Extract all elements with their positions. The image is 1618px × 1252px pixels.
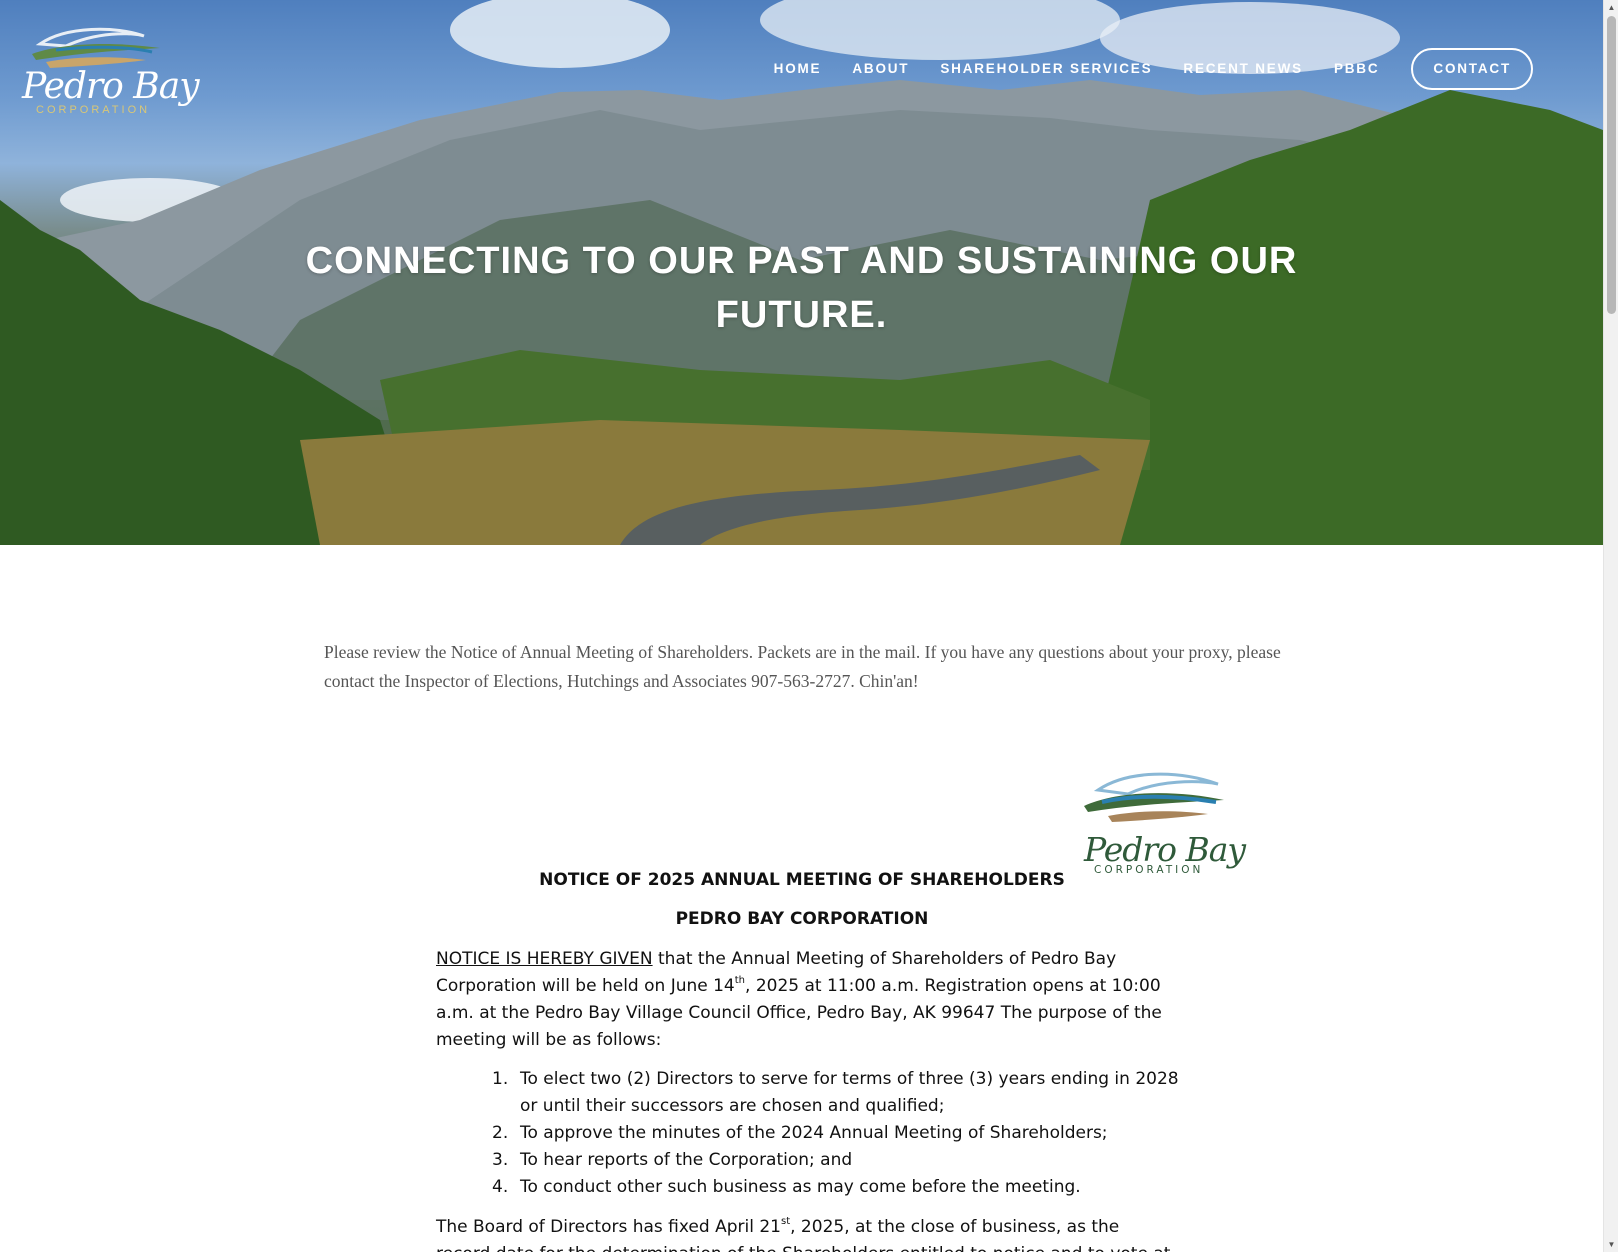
list-text: To approve the minutes of the 2024 Annua… — [520, 1123, 1108, 1143]
list-text: To hear reports of the Corporation; and — [520, 1150, 853, 1170]
list-number: 4. — [492, 1177, 509, 1197]
logo-waves-icon — [32, 27, 160, 68]
hero-banner: Pedro Bay CORPORATION HOME ABOUT SHAREHO… — [0, 0, 1603, 545]
list-number: 2. — [492, 1123, 509, 1143]
list-item: 1. To elect two (2) Directors to serve fo… — [492, 1066, 1182, 1120]
list-text: To elect two (2) Directors to serve for … — [520, 1069, 1179, 1116]
notice-heading: NOTICE OF 2025 ANNUAL MEETING OF SHAREHO… — [539, 870, 1065, 890]
meeting-agenda-list: 1. To elect two (2) Directors to serve fo… — [492, 1066, 1182, 1201]
list-item: 3. To hear reports of the Corporation; an… — [492, 1147, 1182, 1174]
scroll-down-arrow-icon[interactable]: ▼ — [1607, 1240, 1616, 1249]
list-number: 1. — [492, 1069, 509, 1089]
scrollbar-thumb[interactable] — [1607, 16, 1616, 314]
nav-about[interactable]: ABOUT — [852, 48, 909, 90]
notice-subheading: PEDRO BAY CORPORATION — [675, 909, 929, 929]
nav-pbbc[interactable]: PBBC — [1334, 48, 1379, 90]
notice-p2-sup: st — [780, 1216, 791, 1228]
logo-name: Pedro Bay — [22, 66, 200, 107]
list-text: To conduct other such business as may co… — [520, 1177, 1081, 1197]
contact-button[interactable]: CONTACT — [1411, 48, 1533, 90]
notice-p2-text-a: The Board of Directors has fixed April 2… — [436, 1217, 781, 1237]
notice-paragraph-1: NOTICE IS HEREBY GIVEN that the Annual M… — [436, 946, 1176, 1054]
scroll-up-arrow-icon[interactable]: ▲ — [1607, 3, 1616, 12]
nav-recent-news[interactable]: RECENT NEWS — [1183, 48, 1303, 90]
nav-shareholder-services[interactable]: SHAREHOLDER SERVICES — [940, 48, 1152, 90]
main-navigation: HOME ABOUT SHAREHOLDER SERVICES RECENT N… — [743, 48, 1533, 90]
list-item: 2. To approve the minutes of the 2024 Ann… — [492, 1120, 1182, 1147]
list-number: 3. — [492, 1150, 509, 1170]
hero-title: CONNECTING TO OUR PAST AND SUSTAINING OU… — [305, 240, 1298, 336]
notice-p1-sup: th — [734, 975, 746, 987]
logo-subtitle: CORPORATION — [36, 104, 151, 116]
page-scrollbar[interactable]: ▲ ▼ — [1603, 0, 1618, 1252]
brand-logo[interactable]: Pedro Bay CORPORATION — [18, 22, 200, 122]
notice-paragraph-2: The Board of Directors has fixed April 2… — [436, 1214, 1176, 1252]
list-item: 4. To conduct other such business as may … — [492, 1174, 1182, 1201]
logo-waves-icon — [1084, 772, 1224, 822]
nav-home[interactable]: HOME — [774, 48, 822, 90]
intro-text: Please review the Notice of Annual Meeti… — [324, 642, 1281, 691]
notice-lead: NOTICE IS HEREBY GIVEN — [436, 949, 653, 969]
